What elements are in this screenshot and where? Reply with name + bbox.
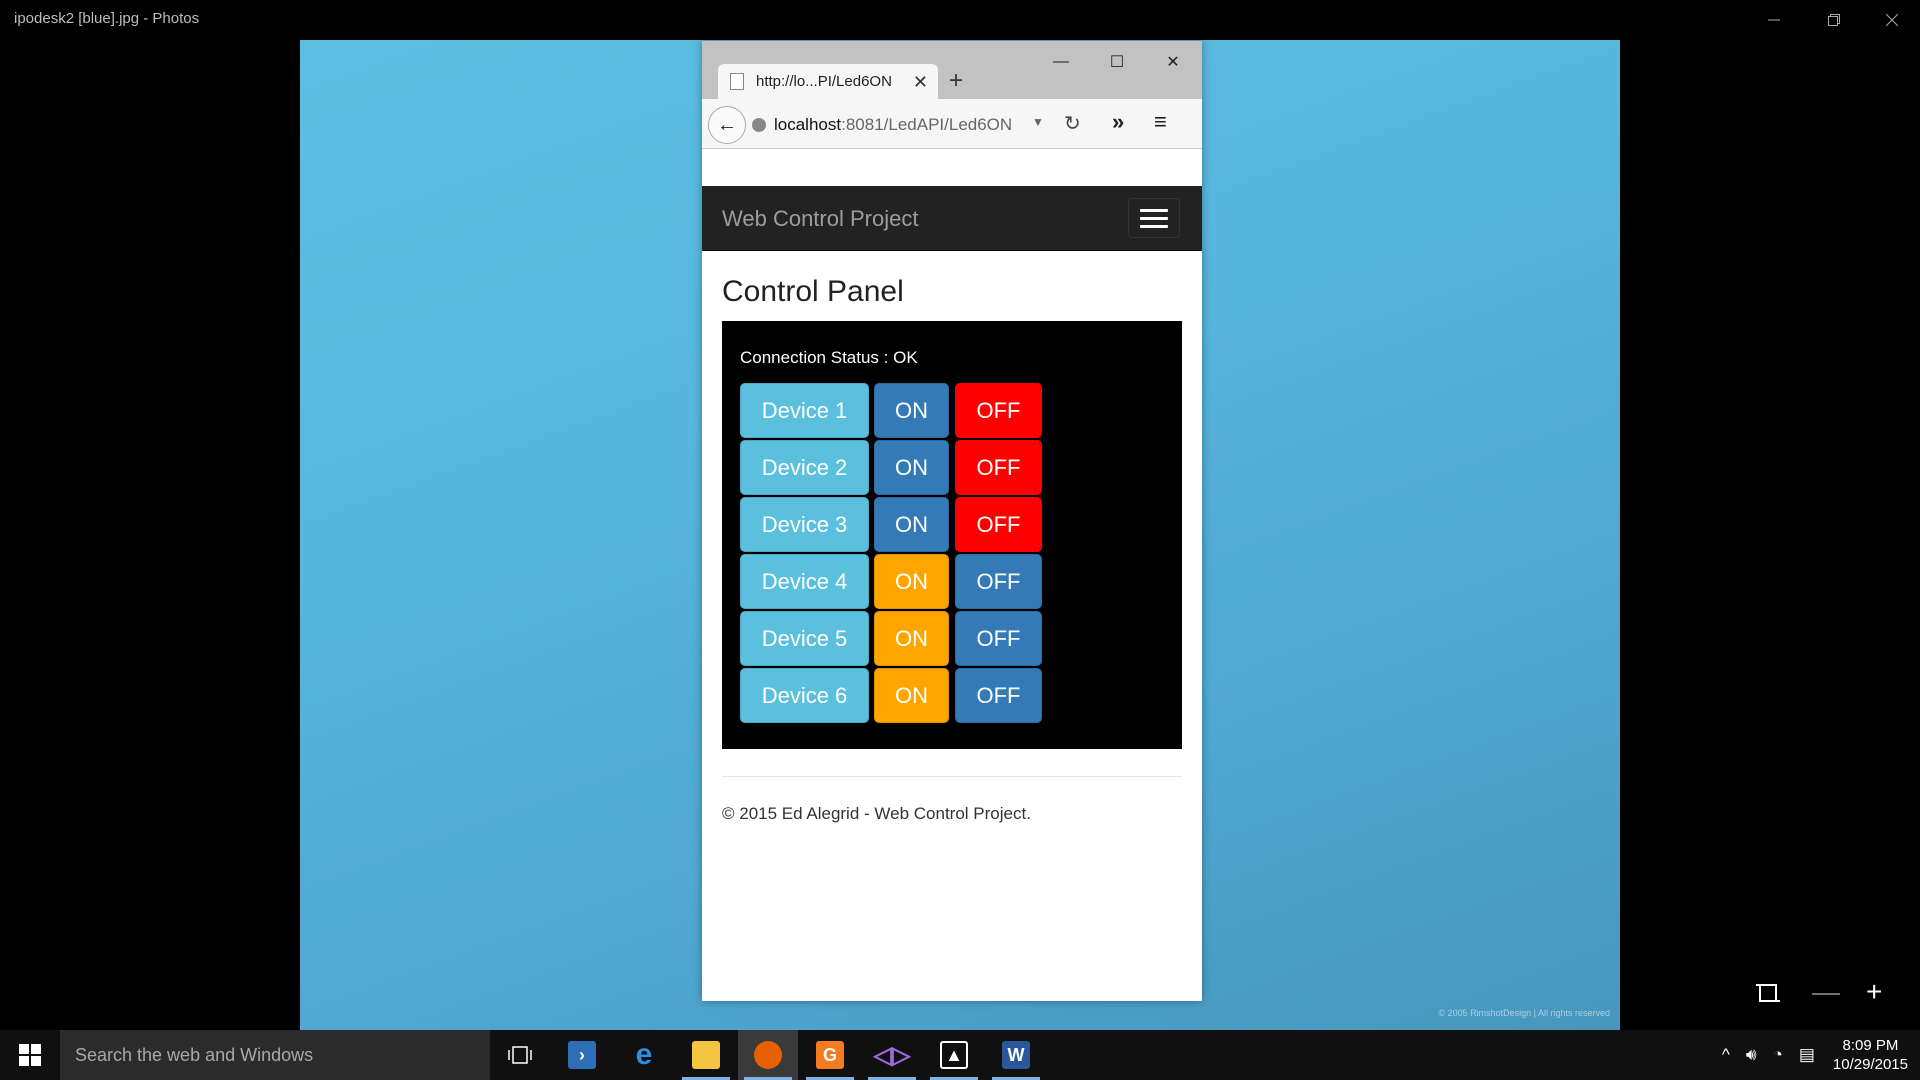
close-icon[interactable]: [1864, 0, 1920, 40]
task-view-icon[interactable]: [490, 1030, 550, 1080]
device-6-button[interactable]: Device 6: [740, 668, 869, 723]
device-3-off-button[interactable]: OFF: [955, 497, 1042, 552]
hamburger-menu-icon[interactable]: ≡: [1154, 109, 1167, 135]
url-dropdown-icon[interactable]: ▼: [1032, 115, 1044, 129]
windows-logo-icon: [19, 1044, 41, 1066]
notifications-icon[interactable]: ▤: [1799, 1045, 1815, 1065]
device-5-off-button[interactable]: OFF: [955, 611, 1042, 666]
device-5-button[interactable]: Device 5: [740, 611, 869, 666]
page-favicon-icon: [730, 73, 744, 90]
windows-start-button[interactable]: [0, 1030, 60, 1080]
page-footer: © 2015 Ed Alegrid - Web Control Project.: [722, 804, 1031, 823]
device-row: Device 1 ON OFF: [740, 383, 1060, 440]
crop-icon[interactable]: [1756, 980, 1780, 1012]
address-bar[interactable]: localhost:8081/LedAPI/Led6ON: [742, 110, 1032, 140]
device-2-off-button[interactable]: OFF: [955, 440, 1042, 495]
device-3-button[interactable]: Device 3: [740, 497, 869, 552]
toggle-bar: [1140, 224, 1168, 228]
photos-app-icon[interactable]: ▲: [924, 1030, 984, 1080]
toggle-bar: [1140, 216, 1168, 220]
device-1-button[interactable]: Device 1: [740, 383, 869, 438]
chevron-double-right-icon[interactable]: »: [1112, 109, 1124, 135]
file-explorer-icon[interactable]: [676, 1030, 736, 1080]
url-host: localhost: [774, 115, 842, 134]
browser-window: http://lo...PI/Led6ON ✕ + ― ☐ ✕ ← localh…: [702, 41, 1202, 1001]
clock-date: 10/29/2015: [1832, 1056, 1908, 1073]
toggle-bar: [1140, 208, 1168, 212]
chevron-up-icon[interactable]: ^: [1722, 1045, 1730, 1065]
back-arrow-icon[interactable]: ←: [708, 106, 746, 144]
browser-toolbar: ← localhost:8081/LedAPI/Led6ON ▼ ↻ » ≡: [702, 99, 1202, 149]
taskbar-search-box[interactable]: Search the web and Windows: [60, 1030, 490, 1080]
url-path: :8081/LedAPI/Led6ON: [841, 115, 1013, 134]
visual-studio-icon[interactable]: ◁▷: [862, 1030, 922, 1080]
volume-icon[interactable]: 🔊︎: [1746, 1045, 1757, 1065]
browser-maximize-icon[interactable]: ☐: [1092, 47, 1142, 77]
clock-time: 8:09 PM: [1842, 1037, 1899, 1054]
globe-icon: [752, 118, 766, 132]
new-tab-button[interactable]: +: [949, 67, 963, 95]
navbar-brand[interactable]: Web Control Project: [722, 206, 918, 232]
page-title: Control Panel: [722, 275, 904, 308]
device-4-off-button[interactable]: OFF: [955, 554, 1042, 609]
device-4-on-button[interactable]: ON: [874, 554, 949, 609]
taskbar-clock[interactable]: 8:09 PM 10/29/2015: [1833, 1036, 1908, 1074]
device-6-off-button[interactable]: OFF: [955, 668, 1042, 723]
taskbar: Search the web and Windows › e G ◁▷ ▲ W …: [0, 1030, 1920, 1080]
tab-bar: http://lo...PI/Led6ON ✕ + ― ☐ ✕: [702, 41, 1202, 99]
device-6-on-button[interactable]: ON: [874, 668, 949, 723]
device-1-on-button[interactable]: ON: [874, 383, 949, 438]
connection-status: Connection Status : OK: [740, 348, 918, 367]
minimize-icon[interactable]: [1746, 0, 1802, 40]
photos-window-title: ipodesk2 [blue].jpg - Photos: [14, 10, 200, 27]
pdf-app-icon[interactable]: G: [800, 1030, 860, 1080]
tab-title: http://lo...PI/Led6ON: [756, 73, 892, 90]
device-row: Device 4 ON OFF: [740, 554, 1060, 611]
device-2-button[interactable]: Device 2: [740, 440, 869, 495]
word-icon[interactable]: W: [986, 1030, 1046, 1080]
zoom-in-icon[interactable]: +: [1866, 976, 1882, 1008]
navbar-toggle-button[interactable]: [1128, 198, 1180, 238]
restore-icon[interactable]: [1806, 0, 1862, 40]
edge-browser-icon[interactable]: e: [614, 1030, 674, 1080]
site-navbar: Web Control Project: [702, 186, 1202, 251]
device-4-button[interactable]: Device 4: [740, 554, 869, 609]
device-3-on-button[interactable]: ON: [874, 497, 949, 552]
reload-icon[interactable]: ↻: [1064, 111, 1081, 136]
browser-close-icon[interactable]: ✕: [1148, 47, 1198, 77]
footer-divider: [722, 776, 1182, 777]
photo-canvas: © 2005 RimshotDesign | All rights reserv…: [300, 40, 1620, 1030]
device-row: Device 2 ON OFF: [740, 440, 1060, 497]
device-row: Device 6 ON OFF: [740, 668, 1060, 725]
browser-tab[interactable]: http://lo...PI/Led6ON ✕: [718, 64, 938, 99]
powershell-icon[interactable]: ›: [552, 1030, 612, 1080]
device-1-off-button[interactable]: OFF: [955, 383, 1042, 438]
device-row: Device 5 ON OFF: [740, 611, 1060, 668]
device-2-on-button[interactable]: ON: [874, 440, 949, 495]
zoom-out-icon[interactable]: ―: [1812, 976, 1840, 1008]
wifi-icon[interactable]: ◔: [1773, 1045, 1783, 1065]
tab-close-icon[interactable]: ✕: [913, 72, 928, 93]
control-panel: Connection Status : OK Device 1 ON OFF D…: [722, 321, 1182, 749]
device-row: Device 3 ON OFF: [740, 497, 1060, 554]
device-5-on-button[interactable]: ON: [874, 611, 949, 666]
photo-credit: © 2005 RimshotDesign | All rights reserv…: [1438, 1008, 1610, 1018]
firefox-icon[interactable]: [738, 1030, 798, 1080]
system-tray: ^ 🔊︎ ◔ ▤ 8:09 PM 10/29/2015: [1714, 1030, 1920, 1080]
browser-minimize-icon[interactable]: ―: [1036, 47, 1086, 77]
